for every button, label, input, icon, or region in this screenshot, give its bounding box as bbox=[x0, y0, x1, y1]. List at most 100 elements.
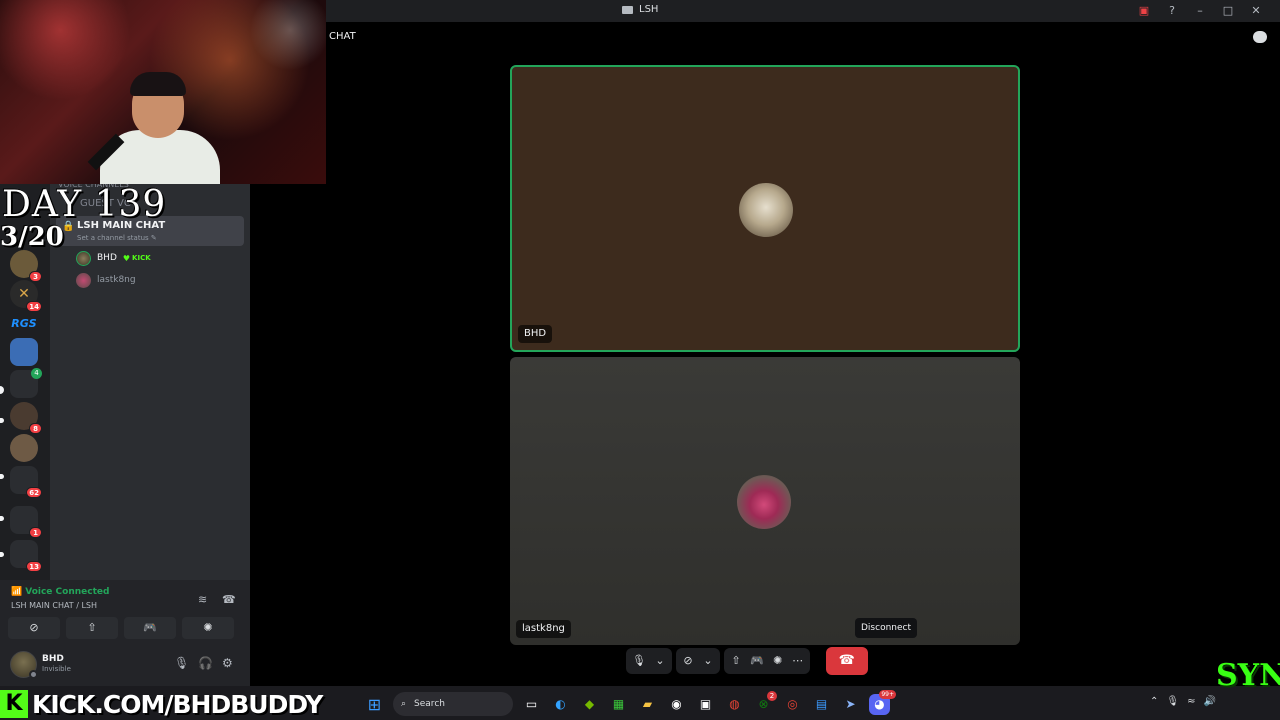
app-icon[interactable]: ▤ bbox=[811, 694, 832, 715]
steam-helper-icon[interactable]: ◉ bbox=[666, 694, 687, 715]
obs-icon[interactable]: ◎ bbox=[782, 694, 803, 715]
microphone-icon[interactable]: 🎙 bbox=[174, 656, 189, 670]
camera-off-button[interactable]: ⊘ bbox=[8, 617, 60, 639]
participant-avatar bbox=[737, 475, 791, 529]
chat-label: CHAT bbox=[329, 31, 356, 42]
server-icon[interactable]: 8 bbox=[10, 402, 42, 434]
discord-icon[interactable]: ◕ 99+ bbox=[869, 689, 896, 715]
user-status: Invisible bbox=[42, 665, 71, 673]
kick-logo: K bbox=[0, 690, 28, 718]
user-panel: BHD Invisible 🎙 🎧 ⚙ bbox=[0, 644, 250, 686]
mention-badge: 8 bbox=[29, 423, 42, 434]
voice-channel-path[interactable]: LSH MAIN CHAT / LSH bbox=[11, 601, 97, 610]
steam-icon[interactable]: ➤ bbox=[840, 694, 861, 715]
screen-share-button[interactable]: ⇧ bbox=[66, 617, 118, 639]
server-avatar bbox=[10, 338, 38, 366]
server-icon[interactable]: 3 bbox=[10, 250, 42, 282]
maximize-icon[interactable]: □ bbox=[1220, 3, 1236, 19]
headphones-icon[interactable]: 🎧 bbox=[198, 656, 213, 670]
status-indicator bbox=[29, 670, 38, 679]
file-explorer-icon[interactable]: ▰ bbox=[637, 694, 658, 715]
disconnect-tooltip: Disconnect bbox=[855, 618, 917, 638]
windows-start-icon[interactable]: ⊞ bbox=[364, 694, 385, 715]
screen-share-icon[interactable]: ▣ bbox=[1136, 3, 1152, 19]
server-folder[interactable]: 62 bbox=[10, 466, 42, 498]
server-folder[interactable]: 13 bbox=[10, 540, 42, 572]
chat-bubble-icon[interactable] bbox=[1253, 31, 1267, 43]
server-icon[interactable]: RGS bbox=[10, 310, 38, 338]
window-title: LSH bbox=[622, 4, 658, 15]
unread-indicator bbox=[0, 386, 4, 394]
activity-controls: ⇧ 🎮 ✺ ⋯ bbox=[723, 648, 810, 674]
channel-status-input[interactable]: Set a channel status ✎ bbox=[77, 234, 157, 242]
taskbar-search[interactable]: ⌕ Search bbox=[393, 692, 513, 716]
voice-actions: ⊘ ⇧ 🎮 ✺ bbox=[8, 617, 234, 639]
discord-badge: 99+ bbox=[879, 689, 896, 699]
more-options-icon[interactable]: ⋯ bbox=[788, 648, 808, 674]
participant-tile[interactable]: lastk8ng bbox=[510, 357, 1020, 645]
edge-icon[interactable]: ◐ bbox=[550, 694, 571, 715]
mention-badge: 1 bbox=[29, 527, 42, 538]
mention-badge: 13 bbox=[26, 561, 42, 572]
title-bar-icons: ▣ ? – □ ✕ bbox=[1136, 3, 1264, 19]
mention-badge: 62 bbox=[26, 487, 42, 498]
activity-icon[interactable]: 🎮 bbox=[746, 648, 768, 674]
server-icon[interactable]: ✕ 14 bbox=[10, 280, 42, 312]
microphone-icon[interactable]: 🎙 bbox=[628, 648, 650, 674]
close-icon[interactable]: ✕ bbox=[1248, 3, 1264, 19]
streamer-figure bbox=[87, 70, 230, 184]
camera-off-icon[interactable]: ⊘ bbox=[678, 648, 698, 674]
xbox-icon[interactable]: ⊗ 2 bbox=[753, 690, 777, 715]
voice-user-name: BHD bbox=[97, 253, 117, 263]
soundboard-icon[interactable]: ✺ bbox=[768, 648, 788, 674]
call-controls: 🎙 ⌄ ⊘ ⌄ ⇧ 🎮 ✺ ⋯ ☎ bbox=[626, 647, 868, 675]
chevron-down-icon[interactable]: ⌄ bbox=[650, 648, 670, 674]
voice-user-name: lastk8ng bbox=[97, 275, 136, 285]
chevron-down-icon[interactable]: ⌄ bbox=[698, 648, 718, 674]
nvidia-icon[interactable]: ◆ bbox=[579, 694, 600, 715]
store-icon[interactable]: ▣ bbox=[695, 694, 716, 715]
server-icon[interactable] bbox=[10, 338, 38, 366]
window-title-text: LSH bbox=[639, 4, 659, 15]
spreadsheet-icon[interactable]: ▦ bbox=[608, 694, 629, 715]
voice-badge: 4 bbox=[31, 368, 42, 379]
search-icon: ⌕ bbox=[401, 699, 407, 709]
voice-user[interactable]: lastk8ng bbox=[76, 271, 136, 289]
gear-icon[interactable]: ⚙ bbox=[222, 656, 233, 670]
disconnect-button[interactable]: ☎ bbox=[825, 647, 868, 675]
unread-indicator bbox=[0, 418, 4, 423]
chrome-icon[interactable]: ◍ bbox=[724, 694, 745, 715]
participant-avatar bbox=[739, 183, 793, 237]
server-folder[interactable]: 4 bbox=[10, 368, 42, 398]
server-folder[interactable]: 1 bbox=[10, 506, 42, 538]
voice-user[interactable]: BHD ♥ KICK bbox=[76, 249, 151, 267]
unread-indicator bbox=[0, 516, 4, 521]
chevron-up-icon[interactable]: ⌃ bbox=[1150, 696, 1158, 707]
wifi-icon[interactable]: ≈ bbox=[1187, 696, 1195, 707]
help-icon[interactable]: ? bbox=[1164, 3, 1180, 19]
activity-button[interactable]: 🎮 bbox=[124, 617, 176, 639]
webcam-overlay bbox=[0, 0, 326, 184]
syn-logo: SYN bbox=[1216, 658, 1280, 693]
system-tray: ⌃ 🎙 ≈ 🔊 bbox=[1150, 696, 1216, 707]
kick-badge: ♥ KICK bbox=[122, 253, 151, 263]
soundboard-button[interactable]: ✺ bbox=[182, 617, 234, 639]
speaker-icon[interactable]: 🔊 bbox=[1203, 696, 1215, 707]
voice-status[interactable]: 📶 Voice Connected bbox=[11, 587, 109, 597]
microphone-icon[interactable]: 🎙 bbox=[1166, 696, 1179, 707]
xbox-badge: 2 bbox=[767, 690, 777, 701]
screen-share-icon[interactable]: ⇧ bbox=[726, 648, 746, 674]
disconnect-icon[interactable]: ☎ bbox=[222, 593, 236, 606]
avatar bbox=[76, 250, 91, 266]
streamer-hair bbox=[130, 72, 186, 96]
server-icon[interactable] bbox=[10, 434, 38, 462]
task-view-icon[interactable]: ▭ bbox=[521, 694, 542, 715]
server-avatar bbox=[10, 434, 38, 462]
search-label: Search bbox=[414, 699, 445, 709]
noise-suppression-icon[interactable]: ≋ bbox=[198, 593, 207, 606]
unread-indicator bbox=[0, 474, 4, 479]
minimize-icon[interactable]: – bbox=[1192, 3, 1208, 19]
username[interactable]: BHD bbox=[42, 654, 64, 664]
participant-tile[interactable]: BHD bbox=[510, 65, 1020, 352]
participant-name: BHD bbox=[518, 325, 553, 343]
